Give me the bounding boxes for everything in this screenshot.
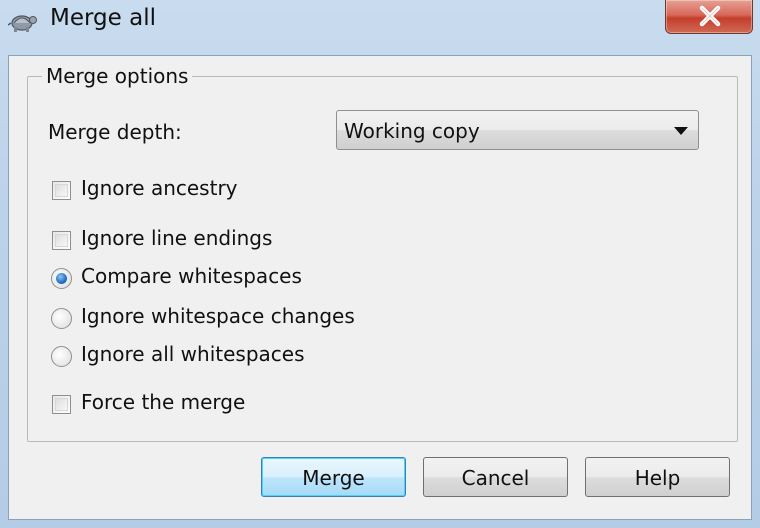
- ignore-all-whitespaces-radio[interactable]: [51, 346, 72, 367]
- cancel-button[interactable]: Cancel: [423, 457, 568, 497]
- ignore-ancestry-label: Ignore ancestry: [81, 176, 238, 200]
- merge-options-group: Merge options Merge depth: Working copy …: [27, 64, 738, 442]
- window-title: Merge all: [50, 5, 156, 31]
- compare-whitespaces-radio[interactable]: [51, 268, 72, 289]
- force-merge-checkbox[interactable]: [52, 395, 71, 414]
- ignore-line-endings-checkbox[interactable]: [52, 231, 71, 250]
- close-icon: [699, 5, 721, 27]
- ignore-ancestry-checkbox[interactable]: [52, 181, 71, 200]
- chevron-down-icon: [674, 127, 688, 135]
- close-button[interactable]: [665, 0, 753, 34]
- tortoise-icon: [7, 8, 38, 36]
- group-legend: Merge options: [42, 64, 193, 88]
- ignore-line-endings-label: Ignore line endings: [81, 226, 273, 250]
- ignore-all-whitespaces-label: Ignore all whitespaces: [81, 342, 305, 366]
- merge-button[interactable]: Merge: [261, 457, 406, 497]
- ignore-whitespace-changes-radio[interactable]: [51, 308, 72, 329]
- ignore-whitespace-changes-label: Ignore whitespace changes: [81, 304, 355, 328]
- dialog-client-area: Merge options Merge depth: Working copy …: [8, 55, 752, 520]
- title-bar[interactable]: Merge all: [0, 0, 760, 50]
- help-button[interactable]: Help: [585, 457, 730, 497]
- merge-all-dialog: Merge all Merge options Merge depth: Wor…: [0, 0, 760, 528]
- merge-depth-label: Merge depth:: [48, 120, 182, 144]
- merge-depth-dropdown[interactable]: Working copy: [336, 110, 699, 150]
- force-merge-label: Force the merge: [81, 390, 246, 414]
- compare-whitespaces-label: Compare whitespaces: [81, 264, 302, 288]
- merge-depth-value: Working copy: [344, 119, 480, 143]
